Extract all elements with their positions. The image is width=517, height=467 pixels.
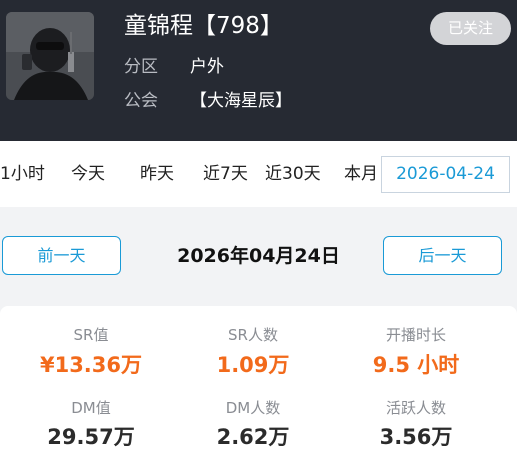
dm-count: 2.62万: [216, 425, 290, 449]
tab-today[interactable]: 今天: [71, 141, 105, 207]
guild-label: 公会: [124, 91, 158, 111]
tab-last-30-days[interactable]: 近30天: [265, 141, 321, 207]
category-label: 分区: [124, 57, 158, 77]
dm-value-label: DM值: [71, 399, 111, 417]
tab-this-month[interactable]: 本月: [344, 141, 378, 207]
current-date: 2026年04月24日: [177, 245, 340, 267]
sr-value: ¥13.36万: [39, 353, 143, 377]
profile-header: 童锦程【798】 分区 户外 公会 【大海星辰】 已关注: [0, 0, 517, 141]
avatar-image: [6, 12, 94, 100]
stats-panel: SR值 ¥13.36万 SR人数 1.09万 开播时长 9.5 小时 DM值 2…: [0, 306, 517, 467]
guild-value: 【大海星辰】: [190, 91, 292, 111]
dm-value: 29.57万: [47, 425, 135, 449]
sr-count-label: SR人数: [228, 326, 278, 344]
avatar[interactable]: [6, 12, 94, 100]
sr-count: 1.09万: [216, 353, 290, 377]
follow-button[interactable]: 已关注: [430, 12, 511, 45]
tab-last-7-days[interactable]: 近7天: [203, 141, 248, 207]
tab-1-hour[interactable]: 1小时: [0, 141, 45, 207]
category-value: 户外: [190, 57, 224, 77]
next-day-button[interactable]: 后一天: [383, 236, 502, 275]
sr-value-label: SR值: [73, 326, 109, 344]
dm-count-label: DM人数: [225, 399, 281, 417]
tab-yesterday[interactable]: 昨天: [140, 141, 174, 207]
active-users: 3.56万: [379, 425, 453, 449]
stream-duration-label: 开播时长: [385, 326, 446, 344]
date-picker[interactable]: 2026-04-24: [381, 156, 510, 193]
streamer-name: 童锦程【798】: [124, 13, 283, 39]
prev-day-button[interactable]: 前一天: [2, 236, 121, 275]
stream-duration: 9.5 小时: [372, 353, 460, 377]
active-users-label: 活跃人数: [385, 399, 446, 417]
